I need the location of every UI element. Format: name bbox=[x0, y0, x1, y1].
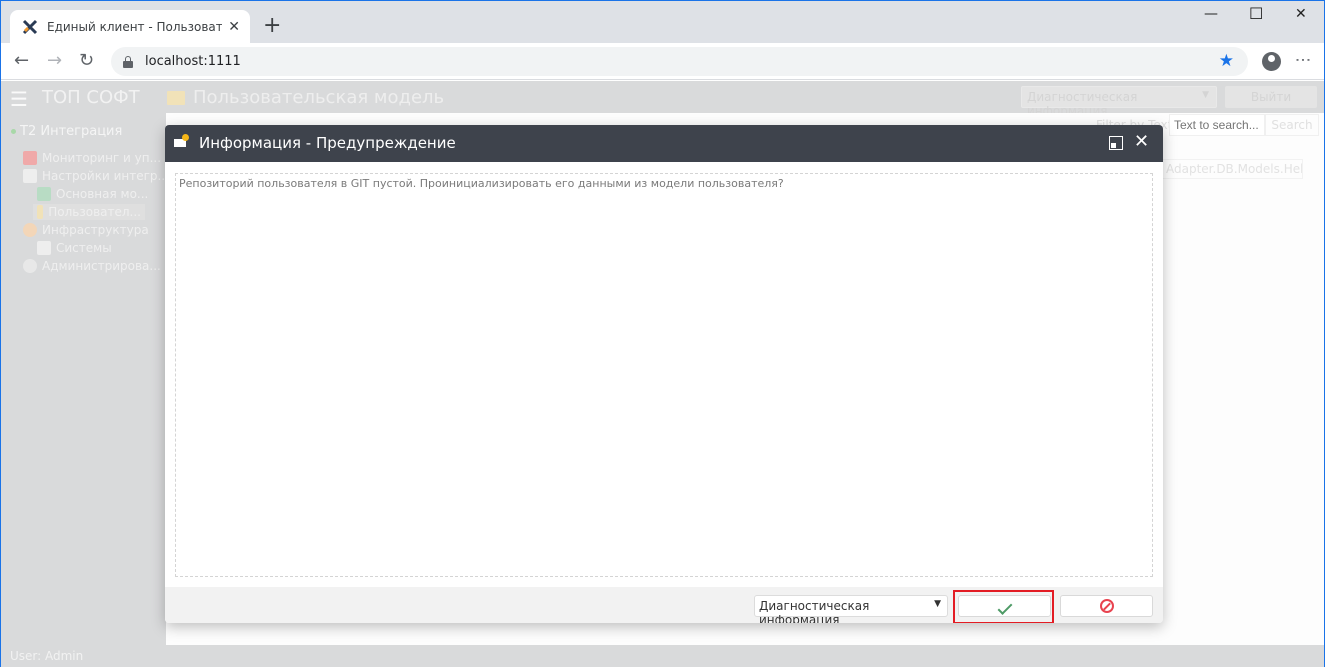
folder-icon bbox=[37, 205, 44, 219]
search-input[interactable] bbox=[1169, 114, 1265, 136]
brand-logo: ТОП СОФТ bbox=[42, 87, 140, 108]
prohibited-icon bbox=[1099, 599, 1114, 613]
monitor-icon bbox=[37, 241, 51, 255]
diagnostic-select-value: Диагностическая информация bbox=[759, 599, 870, 623]
back-button[interactable]: ← bbox=[14, 51, 29, 71]
tab-title: Единый клиент - Пользовательская модель bbox=[47, 19, 222, 34]
app-logo-icon bbox=[22, 19, 38, 34]
profile-avatar-icon[interactable] bbox=[1262, 52, 1281, 71]
sidebar-item-systems[interactable]: Системы bbox=[37, 241, 112, 255]
sidebar-item-label: Системы bbox=[56, 241, 112, 255]
wrench-icon bbox=[23, 169, 37, 183]
browser-toolbar: ← → ↻ localhost:1111 ★ ⋮ bbox=[1, 43, 1324, 80]
dialog-title: Информация - Предупреждение bbox=[199, 134, 456, 152]
checkmark-icon bbox=[997, 600, 1012, 615]
dialog-message: Репозиторий пользователя в GIT пустой. П… bbox=[175, 173, 1153, 577]
cancel-button[interactable] bbox=[1060, 595, 1153, 617]
info-warning-icon bbox=[174, 134, 189, 147]
new-tab-button[interactable]: + bbox=[263, 15, 281, 37]
tab-strip: Единый клиент - Пользовательская модель … bbox=[1, 1, 1324, 43]
sidebar-root[interactable]: T2 Интеграция bbox=[11, 124, 122, 139]
dialog-header: Информация - Предупреждение ✕ bbox=[165, 125, 1163, 162]
browser-tab[interactable]: Единый клиент - Пользовательская модель … bbox=[10, 10, 250, 43]
chevron-down-icon: ▼ bbox=[1202, 90, 1209, 100]
sidebar-item-main-model[interactable]: Основная мо... bbox=[37, 187, 148, 201]
sidebar-item-monitoring[interactable]: Мониторинг и уп... bbox=[23, 151, 161, 165]
browser-menu-icon[interactable]: ⋮ bbox=[1294, 52, 1313, 68]
lock-icon bbox=[123, 55, 133, 68]
status-dot-icon bbox=[11, 129, 16, 134]
reload-button[interactable]: ↻ bbox=[79, 51, 94, 71]
sidebar-item-label: Инфраструктура bbox=[42, 223, 149, 237]
dialog-footer: Диагностическая информация ▼ bbox=[165, 587, 1163, 623]
header-diagnostic-select[interactable]: Диагностическая информация ▼ bbox=[1021, 86, 1217, 118]
sidebar-item-user-model[interactable]: Пользовател... bbox=[33, 204, 145, 220]
sidebar-item-label: Администрирова... bbox=[42, 259, 161, 273]
tab-close-icon[interactable]: ✕ bbox=[228, 19, 240, 35]
browser-window: Единый клиент - Пользовательская модель … bbox=[0, 0, 1325, 667]
page-title-wrap: Пользовательская модель bbox=[167, 87, 444, 108]
sidebar-item-label: Настройки интегр... bbox=[42, 169, 169, 183]
hamburger-menu-icon[interactable]: ☰ bbox=[10, 87, 28, 111]
model-name-field[interactable]: Adapter.DB.Models.HelloW bbox=[1161, 159, 1303, 179]
sidebar-root-label: T2 Интеграция bbox=[20, 124, 123, 139]
window-close-button[interactable]: ✕ bbox=[1295, 6, 1307, 22]
sidebar-item-label: Мониторинг и уп... bbox=[42, 151, 162, 165]
forward-button[interactable]: → bbox=[47, 51, 62, 71]
dialog-close-icon[interactable]: ✕ bbox=[1134, 132, 1149, 152]
maximize-button[interactable]: ☐ bbox=[1249, 4, 1263, 23]
sidebar: T2 Интеграция Мониторинг и уп... Настрой… bbox=[1, 113, 169, 653]
logout-button[interactable]: Выйти bbox=[1225, 86, 1317, 108]
puzzle-icon bbox=[37, 187, 51, 201]
sidebar-item-label: Пользовател... bbox=[48, 205, 141, 219]
chevron-down-icon: ▼ bbox=[934, 599, 941, 609]
sidebar-item-infrastructure[interactable]: Инфраструктура bbox=[23, 223, 149, 237]
status-bar: User: Admin bbox=[1, 645, 1324, 667]
user-label: User: Admin bbox=[10, 649, 84, 663]
minimize-button[interactable]: — bbox=[1204, 6, 1218, 22]
folder-icon bbox=[167, 90, 185, 105]
ok-button[interactable] bbox=[958, 595, 1051, 617]
diagnostic-info-select[interactable]: Диагностическая информация ▼ bbox=[754, 595, 948, 623]
gear-icon bbox=[23, 223, 37, 237]
page-title: Пользовательская модель bbox=[193, 87, 445, 108]
bookmark-star-icon[interactable]: ★ bbox=[1219, 51, 1234, 71]
sidebar-item-integration-settings[interactable]: Настройки интегр... bbox=[23, 169, 169, 183]
warning-dialog: Информация - Предупреждение ✕ Репозитори… bbox=[165, 125, 1163, 623]
url-text[interactable]: localhost:1111 bbox=[145, 54, 241, 69]
address-bar[interactable]: localhost:1111 ★ bbox=[111, 47, 1248, 76]
server-icon bbox=[23, 151, 37, 165]
app-header: ☰ ТОП СОФТ Пользовательская модель Диагн… bbox=[1, 81, 1324, 118]
admin-gear-icon bbox=[23, 259, 37, 273]
search-button[interactable]: Search bbox=[1265, 114, 1319, 136]
maximize-icon[interactable] bbox=[1109, 136, 1123, 150]
sidebar-item-administration[interactable]: Администрирова... bbox=[23, 259, 161, 273]
sidebar-item-label: Основная мо... bbox=[56, 187, 149, 201]
